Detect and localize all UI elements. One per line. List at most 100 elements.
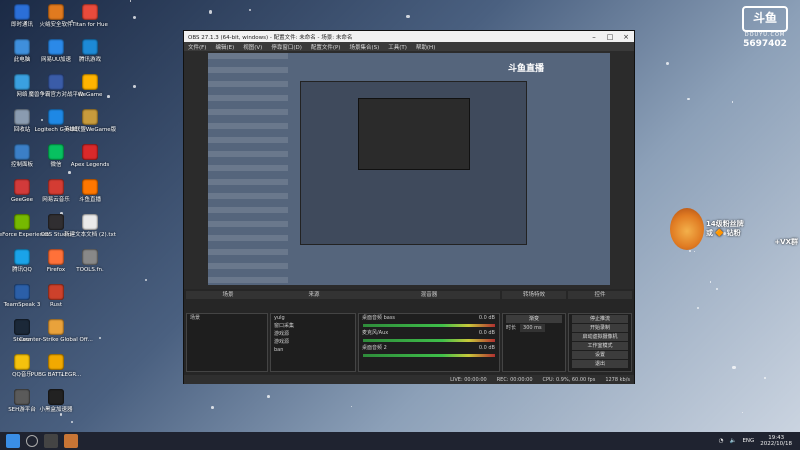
clock-date: 2022/10/18 [760, 441, 792, 447]
menu-item[interactable]: 停靠窗口(D) [271, 43, 302, 51]
scene-item[interactable]: 场景 [187, 314, 267, 322]
source-item[interactable]: yulg [271, 314, 355, 322]
desktop-icon-label: Counter-Strike Global Off... [19, 337, 93, 343]
language-indicator[interactable]: ENG [742, 438, 754, 444]
volume-meter[interactable] [363, 339, 495, 342]
desktop-icon-label: TOOLS.fn. [76, 267, 104, 273]
desktop-icon[interactable]: 微信 [38, 144, 74, 178]
search-icon[interactable] [26, 435, 38, 447]
obs-preview[interactable]: 斗鱼直播 [208, 53, 610, 285]
control-button[interactable]: 工作室模式 [572, 342, 628, 350]
sources-header: 来源 [270, 291, 358, 299]
control-button[interactable]: 停止推流 [572, 315, 628, 323]
source-item[interactable]: 游戏源 [271, 338, 355, 346]
menu-item[interactable]: 配置文件(P) [311, 43, 341, 51]
control-button[interactable]: 退出 [572, 360, 628, 368]
desktop-icon[interactable]: 网络 [4, 74, 40, 108]
douyu-taskbar-icon[interactable] [64, 434, 78, 448]
desktop-icon[interactable]: Steam [4, 319, 40, 353]
desktop-icon[interactable]: Counter-Strike Global Off... [19, 319, 93, 353]
desktop-icon-label: 即时通讯 [10, 22, 33, 28]
obs-titlebar[interactable]: OBS 27.1.3 (64-bit, windows) - 配置文件: 未命名… [184, 31, 634, 42]
app-icon [48, 249, 64, 265]
app-icon [48, 319, 64, 335]
preview-desktop-icons [208, 53, 288, 285]
sources-list[interactable]: yulg 窗口采集 游戏源 游戏源 ban [270, 313, 356, 372]
menu-item[interactable]: 帮助(H) [416, 43, 435, 51]
desktop-icon[interactable]: 英雄联盟WeGame版 [64, 109, 116, 143]
desktop-icon[interactable]: SEH游平台 [4, 389, 40, 423]
windows-start-icon[interactable] [6, 434, 20, 448]
desktop-icon[interactable]: 斗鱼直播 [72, 179, 108, 213]
lion-mascot-icon [670, 208, 704, 250]
desktop-icon[interactable]: WeGame [72, 74, 108, 108]
clock[interactable]: 19:43 2022/10/18 [760, 435, 792, 447]
control-button[interactable]: 设置 [572, 351, 628, 359]
desktop-icon[interactable]: Apex Legends [71, 144, 109, 178]
desktop-icon[interactable]: Logitech G HUB [34, 109, 78, 143]
menu-item[interactable]: 场景集合(S) [349, 43, 379, 51]
desktop-icon-label: 腾讯游戏 [78, 57, 101, 63]
desktop-icon[interactable]: OBS Studio [38, 214, 74, 248]
desktop-icon[interactable]: GeForce Experience [0, 214, 49, 248]
network-icon[interactable]: ◔ [719, 438, 724, 444]
desktop-icon-label: 控制面板 [10, 162, 33, 168]
source-item[interactable]: 窗口采集 [271, 322, 355, 330]
desktop-icon[interactable]: 回收站 [4, 109, 40, 143]
obs-window[interactable]: OBS 27.1.3 (64-bit, windows) - 配置文件: 未命名… [183, 30, 635, 384]
desktop-icon[interactable]: 火绒安全软件 [38, 4, 74, 38]
desktop-icon[interactable]: GeeGee [4, 179, 40, 213]
desktop-icon[interactable]: Titan for Hue [72, 4, 108, 38]
maximize-icon[interactable]: □ [602, 33, 618, 41]
obs-menubar: 文件(F) 编辑(E) 视图(V) 停靠窗口(D) 配置文件(P) 场景集合(S) 工具(T… [184, 42, 634, 51]
nested-preview-inner [358, 98, 470, 170]
snowflake [732, 365, 736, 370]
desktop-icon[interactable]: QQ音乐 [4, 354, 40, 388]
source-item[interactable]: ban [271, 346, 355, 354]
desktop-icon[interactable]: 新建文本文档 (2).txt [64, 214, 116, 248]
menu-item[interactable]: 视图(V) [243, 43, 262, 51]
snowflake [697, 306, 700, 309]
transition-select[interactable]: 渐变 [506, 315, 562, 323]
desktop-icon[interactable]: Rust [38, 284, 74, 318]
volume-icon[interactable]: 🔈 [730, 438, 737, 444]
desktop-icon[interactable]: TeamSpeak 3 [4, 284, 40, 318]
taskbar: ◔ 🔈 ENG 19:43 2022/10/18 [0, 432, 800, 450]
desktop-icon[interactable]: TOOLS.fn. [72, 249, 108, 283]
app-icon [48, 39, 64, 55]
desktop-icon-label: 斗鱼直播 [78, 197, 101, 203]
desktop-icon[interactable]: 网易云音乐 [38, 179, 74, 213]
menu-item[interactable]: 编辑(E) [215, 43, 234, 51]
desktop-icon-label: 网易UU加速 [40, 57, 72, 63]
mixer-channel-db: 0.0 dB [478, 315, 495, 321]
app-icon [82, 144, 98, 160]
desktop-icon[interactable]: 控制面板 [4, 144, 40, 178]
desktop-icon-label: Titan for Hue [72, 22, 108, 28]
close-icon[interactable]: × [618, 33, 634, 41]
desktop-icon[interactable]: 即时通讯 [4, 4, 40, 38]
desktop-icon[interactable]: 网易UU加速 [38, 39, 74, 73]
duration-input[interactable]: 300 ms [520, 324, 545, 332]
desktop-icon[interactable]: PUBG BATTLEGR... [31, 354, 81, 388]
desktop-icon[interactable]: Firefox [38, 249, 74, 283]
volume-meter[interactable] [363, 324, 495, 327]
obs-taskbar-icon[interactable] [44, 434, 58, 448]
transitions-dock: 渐变 时长 300 ms [502, 313, 566, 372]
control-button[interactable]: 启动虚拟摄像机 [572, 333, 628, 341]
desktop-icon[interactable]: 魔兽争霸官方对战平台 [29, 74, 84, 108]
desktop-icon-label: 腾讯QQ [12, 267, 32, 273]
snowflake [666, 61, 670, 65]
menu-item[interactable]: 文件(F) [188, 43, 206, 51]
source-item[interactable]: 游戏源 [271, 330, 355, 338]
snowflake [731, 101, 733, 103]
scenes-list[interactable]: 场景 [186, 313, 268, 372]
control-button[interactable]: 开始录制 [572, 324, 628, 332]
desktop-icon[interactable]: 腾讯游戏 [72, 39, 108, 73]
volume-meter[interactable] [363, 354, 495, 357]
minimize-icon[interactable]: – [586, 33, 602, 41]
desktop-icon[interactable]: 小黑盒加速器 [38, 389, 74, 423]
desktop-icon[interactable]: 此电脑 [4, 39, 40, 73]
mixer-channel: 桌面音频 bass 0.0 dB [359, 314, 499, 327]
desktop-icon[interactable]: 腾讯QQ [4, 249, 40, 283]
menu-item[interactable]: 工具(T) [388, 43, 407, 51]
